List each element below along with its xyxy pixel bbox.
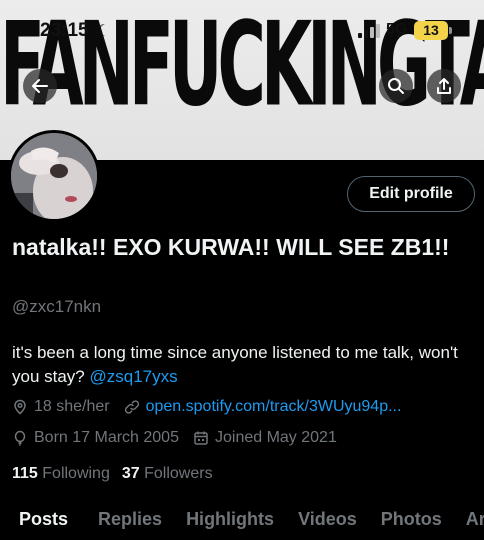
bio: it's been a long time since anyone liste… xyxy=(12,341,482,389)
search-icon xyxy=(388,78,404,94)
signal-strength-icon xyxy=(358,24,380,38)
tab-replies[interactable]: Replies xyxy=(98,509,162,540)
birthday-item: Born 17 March 2005 xyxy=(12,429,179,447)
website-link[interactable]: open.spotify.com/track/3WUyu94p... xyxy=(146,398,402,416)
user-handle: @zxc17nkn xyxy=(12,297,102,316)
avatar-photo xyxy=(11,133,97,219)
location-item: 18 she/her xyxy=(12,398,110,416)
location-pin-icon xyxy=(14,399,26,415)
edit-profile-button[interactable]: Edit profile xyxy=(347,176,475,212)
tab-posts[interactable]: Posts xyxy=(19,509,68,540)
status-time: 23:15 xyxy=(40,20,89,41)
battery-tip xyxy=(449,27,452,34)
joined-item: Joined May 2021 xyxy=(193,429,337,447)
profile-tabs: Posts Replies Highlights Videos Photos A… xyxy=(0,509,484,540)
tab-videos[interactable]: Videos xyxy=(298,509,357,540)
location-text: 18 she/her xyxy=(34,398,110,415)
following-link[interactable]: 115 Following xyxy=(12,465,110,483)
link-icon xyxy=(124,400,139,414)
bio-mention-link[interactable]: @zsq17yxs xyxy=(90,367,178,386)
focus-moon-icon: ☾ xyxy=(96,23,111,40)
profile-meta-row-2: Born 17 March 2005 Joined May 2021 xyxy=(12,429,351,447)
followers-link[interactable]: 37 Followers xyxy=(122,465,213,483)
followers-label: Followers xyxy=(144,465,213,482)
search-button[interactable] xyxy=(379,69,413,103)
network-type: 5G xyxy=(386,21,408,38)
status-bar: 23:15 ☾ 5G 13 xyxy=(0,18,484,46)
joined-text: Joined May 2021 xyxy=(214,429,337,446)
back-button[interactable] xyxy=(23,69,57,103)
balloon-icon xyxy=(14,430,26,446)
following-label: Following xyxy=(42,465,110,482)
share-icon xyxy=(437,78,451,94)
calendar-icon xyxy=(194,431,208,445)
follow-stats: 115 Following 37 Followers xyxy=(12,465,213,483)
share-button[interactable] xyxy=(427,69,461,103)
bio-text: it's been a long time since anyone liste… xyxy=(12,343,458,386)
website-item[interactable]: open.spotify.com/track/3WUyu94p... xyxy=(124,398,402,416)
birthday-text: Born 17 March 2005 xyxy=(34,429,179,446)
arrow-left-icon xyxy=(32,79,48,93)
tab-highlights[interactable]: Highlights xyxy=(186,509,274,540)
tab-articles[interactable]: Ar xyxy=(466,509,484,540)
avatar[interactable] xyxy=(8,130,100,222)
battery-icon: 13 xyxy=(414,21,448,40)
following-count: 115 xyxy=(12,465,38,482)
tab-photos[interactable]: Photos xyxy=(381,509,442,540)
followers-count: 37 xyxy=(121,465,140,482)
profile-meta-row: 18 she/her open.spotify.com/track/3WUyu9… xyxy=(12,398,415,416)
display-name: natalka!! EXO KURWA!! WILL SEE ZB1!! xyxy=(12,234,450,260)
